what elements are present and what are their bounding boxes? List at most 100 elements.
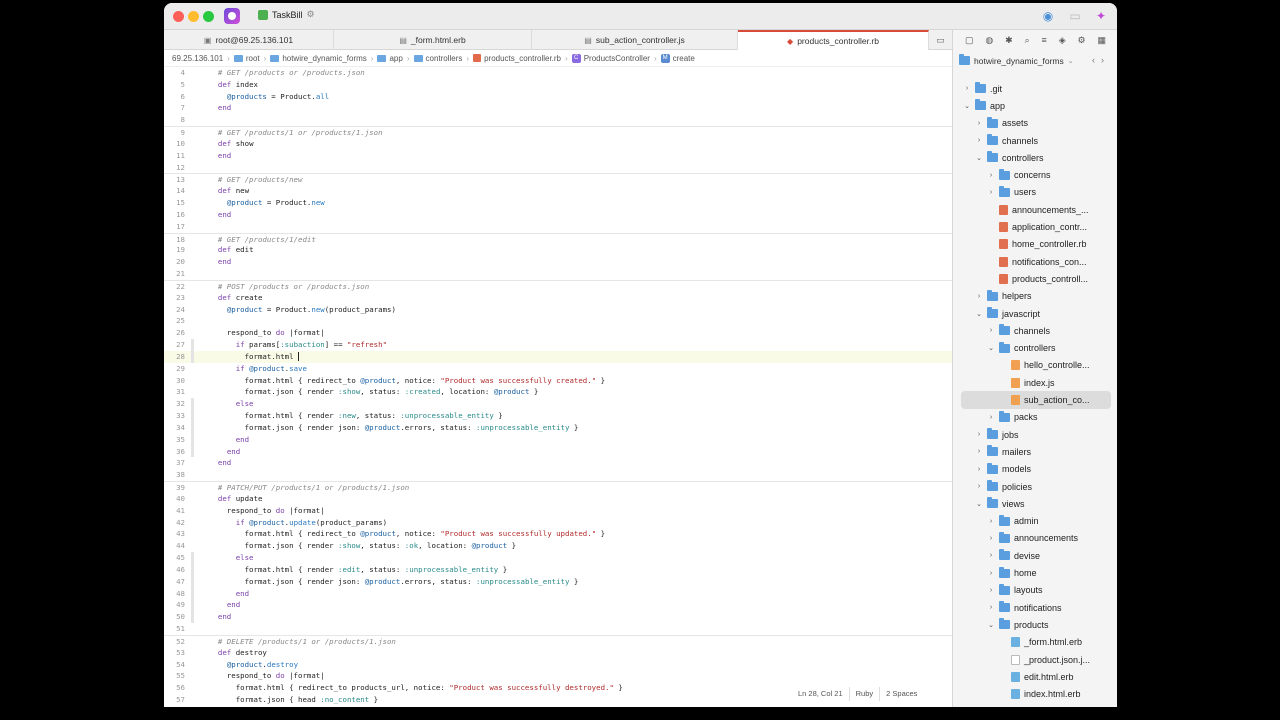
- code-line[interactable]: 19 def edit: [164, 244, 952, 256]
- tree-item[interactable]: index.html.erb: [953, 686, 1113, 703]
- tree-item[interactable]: ⌄ app: [953, 97, 1113, 114]
- code-line[interactable]: 24 @product = Product.new(product_params…: [164, 304, 952, 316]
- chevron-right-icon[interactable]: ›: [987, 552, 995, 559]
- split-editor-icon[interactable]: ▭: [929, 30, 952, 50]
- project-header[interactable]: hotwire_dynamic_forms ⌄ ‹›: [953, 51, 1117, 70]
- code-line[interactable]: 8: [164, 114, 952, 126]
- code-line[interactable]: 47 format.json { render json: @product.e…: [164, 575, 952, 588]
- code-line[interactable]: 41 respond_to do |format|: [164, 505, 952, 517]
- chevron-right-icon[interactable]: ›: [975, 431, 983, 438]
- search-icon[interactable]: ⌕: [1025, 35, 1030, 46]
- code-line[interactable]: 22 # POST /products or /products.json: [164, 279, 952, 292]
- code-line[interactable]: 9 # GET /products/1 or /products/1.json: [164, 126, 952, 138]
- language-mode[interactable]: Ruby: [848, 687, 880, 701]
- code-line[interactable]: 51: [164, 623, 952, 635]
- settings-icon[interactable]: ⚙: [307, 9, 315, 20]
- settings-icon[interactable]: ⚙: [1078, 35, 1086, 46]
- chevron-right-icon[interactable]: ›: [987, 327, 995, 334]
- tree-item[interactable]: home_controller.rb: [953, 236, 1113, 253]
- tree-item[interactable]: ⌄ controllers: [953, 149, 1113, 166]
- code-line[interactable]: 5 def index: [164, 79, 952, 91]
- code-line[interactable]: 37 end: [164, 457, 952, 469]
- code-line[interactable]: 55 respond_to do |format|: [164, 670, 952, 682]
- tree-item[interactable]: › announcements: [953, 530, 1113, 547]
- files-icon[interactable]: ▢: [965, 35, 974, 46]
- chevron-down-icon[interactable]: ⌄: [975, 310, 983, 318]
- code-line[interactable]: 15 @product = Product.new: [164, 197, 952, 209]
- chevron-down-icon[interactable]: ⌄: [987, 621, 995, 629]
- breadcrumb-root[interactable]: root: [233, 54, 260, 63]
- chevron-down-icon[interactable]: ⌄: [975, 500, 983, 508]
- code-line[interactable]: 46 format.html { render :edit, status: :…: [164, 563, 952, 576]
- chevron-right-icon[interactable]: ›: [987, 189, 995, 196]
- code-line[interactable]: 6 @products = Product.all: [164, 91, 952, 103]
- chevron-right-icon[interactable]: ›: [975, 483, 983, 490]
- zoom-button[interactable]: [203, 11, 214, 22]
- tree-item[interactable]: index.js: [953, 374, 1113, 391]
- tab-sub-action-js[interactable]: ▤ sub_action_controller.js: [532, 30, 738, 50]
- chevron-right-icon[interactable]: ›: [975, 448, 983, 455]
- tree-item[interactable]: sub_action_co...: [961, 391, 1111, 409]
- tree-item[interactable]: products_controll...: [953, 270, 1113, 287]
- tree-item[interactable]: › mailers: [953, 443, 1113, 460]
- tree-item[interactable]: edit.html.erb: [953, 668, 1113, 685]
- code-line[interactable]: 12: [164, 162, 952, 174]
- code-line[interactable]: 25: [164, 315, 952, 327]
- back-forward-icon[interactable]: ‹›: [1092, 55, 1110, 65]
- code-line[interactable]: 29 if @product.save: [164, 363, 952, 375]
- code-line[interactable]: 30 format.html { redirect_to @product, n…: [164, 375, 952, 387]
- code-line[interactable]: 7 end: [164, 102, 952, 114]
- git-icon[interactable]: ◈: [1059, 35, 1066, 46]
- code-line[interactable]: 28 format.html: [164, 350, 952, 363]
- code-line[interactable]: 14 def new: [164, 185, 952, 197]
- tree-item[interactable]: announcements_...: [953, 201, 1113, 218]
- window-title-tab[interactable]: TaskBill ⚙: [258, 9, 315, 20]
- tree-item[interactable]: ⌄ products: [953, 616, 1113, 633]
- tab-form-erb[interactable]: ▤ _form.html.erb: [334, 30, 532, 50]
- code-line[interactable]: 54 @product.destroy: [164, 659, 952, 671]
- minimize-button[interactable]: [188, 11, 199, 22]
- code-line[interactable]: 16 end: [164, 209, 952, 221]
- chevron-right-icon[interactable]: ›: [975, 137, 983, 144]
- code-line[interactable]: 40 def update: [164, 493, 952, 505]
- chevron-down-icon[interactable]: ⌄: [975, 154, 983, 162]
- code-line[interactable]: 44 format.json { render :show, status: :…: [164, 540, 952, 552]
- asterisk-icon[interactable]: ✱: [1005, 35, 1013, 46]
- grid-icon[interactable]: ▦: [1098, 35, 1107, 46]
- tree-item[interactable]: › helpers: [953, 288, 1113, 305]
- code-line[interactable]: 45 else: [164, 552, 952, 564]
- code-line[interactable]: 13 # GET /products/new: [164, 173, 952, 185]
- code-line[interactable]: 26 respond_to do |format|: [164, 327, 952, 339]
- code-line[interactable]: 50 end: [164, 611, 952, 623]
- tree-item[interactable]: › packs: [953, 409, 1113, 426]
- tree-item[interactable]: application_contr...: [953, 218, 1113, 235]
- tree-item[interactable]: › policies: [953, 478, 1113, 495]
- code-line[interactable]: 17: [164, 221, 952, 233]
- breadcrumb-file[interactable]: products_controller.rb: [473, 54, 561, 63]
- tree-item[interactable]: › assets: [953, 115, 1113, 132]
- tree-item[interactable]: › channels: [953, 322, 1113, 339]
- tree-item[interactable]: › users: [953, 184, 1113, 201]
- code-line[interactable]: 20 end: [164, 256, 952, 268]
- tree-item[interactable]: › devise: [953, 547, 1113, 564]
- tree-item[interactable]: hello_controlle...: [953, 357, 1113, 374]
- chevron-right-icon[interactable]: ›: [975, 466, 983, 473]
- tab-terminal[interactable]: ▣ root@69.25.136.101: [164, 30, 334, 50]
- tree-item[interactable]: _product.json.j...: [953, 651, 1113, 668]
- chevron-right-icon[interactable]: ›: [987, 604, 995, 611]
- breadcrumb-host[interactable]: 69.25.136.101: [172, 54, 223, 63]
- code-line[interactable]: 4 # GET /products or /products.json: [164, 67, 952, 79]
- code-line[interactable]: 31 format.json { render :show, status: :…: [164, 386, 952, 398]
- breadcrumb-project[interactable]: hotwire_dynamic_forms: [270, 54, 367, 63]
- tree-item[interactable]: › jobs: [953, 426, 1113, 443]
- breadcrumb-controllers[interactable]: controllers: [413, 54, 462, 63]
- code-line[interactable]: 42 if @product.update(product_params): [164, 517, 952, 529]
- code-line[interactable]: 36 end: [164, 445, 952, 458]
- tree-item[interactable]: › models: [953, 461, 1113, 478]
- eye-icon[interactable]: ◉: [1041, 9, 1055, 23]
- breadcrumb-class[interactable]: C ProductsController: [571, 53, 650, 63]
- chevron-right-icon[interactable]: ›: [987, 535, 995, 542]
- code-line[interactable]: 35 end: [164, 433, 952, 446]
- code-line[interactable]: 33 format.html { render :new, status: :u…: [164, 410, 952, 422]
- code-line[interactable]: 11 end: [164, 150, 952, 162]
